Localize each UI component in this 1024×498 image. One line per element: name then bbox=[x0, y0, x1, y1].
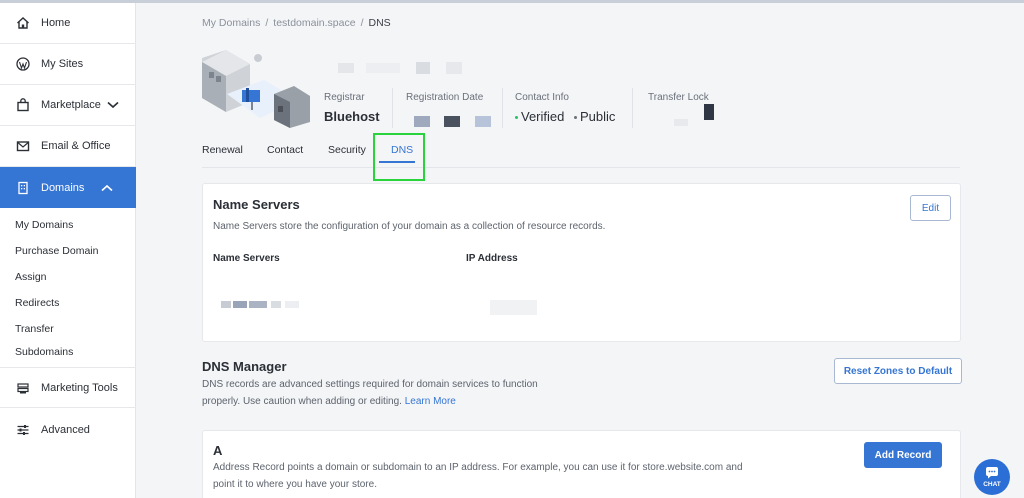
name-servers-description: Name Servers store the configuration of … bbox=[213, 221, 606, 232]
dns-manager-description: DNS records are advanced settings requir… bbox=[202, 379, 538, 407]
chat-bubble-icon bbox=[985, 466, 999, 481]
name-servers-card: Name Servers Name Servers store the conf… bbox=[202, 183, 961, 342]
sidebar-item-label: Advanced bbox=[41, 423, 90, 436]
sidebar-item-home[interactable]: Home bbox=[0, 3, 136, 44]
sidebar-item-label: My Sites bbox=[41, 58, 84, 70]
public-dot-icon bbox=[574, 116, 577, 120]
building-icon bbox=[16, 181, 30, 195]
chevron-down-icon bbox=[107, 101, 119, 109]
sidebar-subitem-subdomains[interactable]: Subdomains bbox=[15, 346, 73, 358]
registrar-label: Registrar bbox=[324, 92, 365, 103]
breadcrumb-current: DNS bbox=[368, 17, 391, 29]
redacted-transfer-lock bbox=[674, 119, 688, 126]
sidebar-item-label: Marketing Tools bbox=[41, 381, 118, 394]
chevron-up-icon bbox=[101, 184, 113, 192]
transfer-lock-label: Transfer Lock bbox=[648, 92, 709, 103]
domain-illustration bbox=[202, 50, 310, 128]
breadcrumb-domain[interactable]: testdomain.space bbox=[273, 17, 355, 29]
divider bbox=[392, 88, 393, 128]
col-ip-address: IP Address bbox=[466, 253, 518, 264]
redacted-ip-address bbox=[490, 300, 537, 315]
contact-info-label: Contact Info bbox=[515, 92, 569, 103]
sidebar-subitem-assign[interactable]: Assign bbox=[15, 271, 47, 283]
redacted-domain-name bbox=[366, 63, 400, 73]
breadcrumb: My Domains / testdomain.space / DNS bbox=[202, 17, 391, 29]
reset-zones-button[interactable]: Reset Zones to Default bbox=[834, 358, 962, 384]
sliders-icon bbox=[16, 423, 30, 437]
learn-more-link[interactable]: Learn More bbox=[405, 396, 456, 407]
sidebar-item-domains[interactable]: Domains bbox=[0, 167, 136, 208]
contact-public: Public bbox=[580, 109, 616, 124]
contact-verified: Verified bbox=[521, 109, 565, 124]
tab-contact[interactable]: Contact bbox=[267, 144, 303, 156]
sidebar-item-label: Email & Office bbox=[41, 140, 111, 152]
redacted-date bbox=[444, 116, 460, 127]
col-name-servers: Name Servers bbox=[213, 253, 280, 264]
dns-manager-title: DNS Manager bbox=[202, 359, 287, 374]
redacted-name-server bbox=[249, 301, 267, 308]
add-record-button[interactable]: Add Record bbox=[864, 442, 942, 468]
registrar-value: Bluehost bbox=[324, 109, 380, 124]
sidebar-subitem-transfer[interactable]: Transfer bbox=[15, 323, 54, 335]
redacted-name-server bbox=[271, 301, 281, 308]
sidebar-item-email-office[interactable]: Email & Office bbox=[0, 126, 136, 167]
redacted-name-server bbox=[285, 301, 299, 308]
redacted-domain-name bbox=[416, 62, 430, 74]
sidebar-item-marketplace[interactable]: Marketplace bbox=[0, 85, 136, 126]
chat-label: CHAT bbox=[983, 480, 1001, 488]
wordpress-icon bbox=[16, 57, 30, 71]
sidebar-item-advanced[interactable]: Advanced bbox=[0, 409, 136, 450]
redacted-date bbox=[475, 116, 491, 127]
email-icon bbox=[16, 139, 30, 153]
sidebar: Home My Sites Marketplace Email & Office… bbox=[0, 3, 136, 498]
redacted-name-server bbox=[221, 301, 231, 308]
name-servers-title: Name Servers bbox=[213, 197, 300, 212]
redacted-transfer-lock bbox=[704, 104, 714, 120]
domain-tabs: Renewal Contact Security DNS bbox=[202, 142, 960, 168]
sidebar-item-my-sites[interactable]: My Sites bbox=[0, 44, 136, 85]
tab-highlight-box bbox=[373, 133, 425, 181]
sidebar-subitem-purchase-domain[interactable]: Purchase Domain bbox=[15, 245, 98, 257]
divider bbox=[632, 88, 633, 128]
sidebar-item-marketing-tools[interactable]: Marketing Tools bbox=[0, 367, 136, 408]
redacted-name-server bbox=[233, 301, 247, 308]
redacted-domain-name bbox=[338, 63, 354, 73]
sidebar-item-label: Marketplace bbox=[41, 99, 101, 111]
verified-dot-icon bbox=[515, 116, 518, 120]
tab-security[interactable]: Security bbox=[328, 144, 366, 156]
sidebar-subitem-my-domains[interactable]: My Domains bbox=[15, 219, 73, 231]
breadcrumb-my-domains[interactable]: My Domains bbox=[202, 17, 260, 29]
marketing-icon bbox=[16, 381, 30, 395]
sidebar-item-label: Domains bbox=[41, 181, 85, 194]
edit-name-servers-button[interactable]: Edit bbox=[910, 195, 951, 221]
home-icon bbox=[16, 16, 30, 30]
shopping-bag-icon bbox=[16, 98, 30, 112]
tab-renewal[interactable]: Renewal bbox=[202, 144, 243, 156]
a-record-description: Address Record points a domain or subdom… bbox=[213, 462, 743, 490]
divider bbox=[502, 88, 503, 128]
top-bar bbox=[0, 0, 1024, 3]
redacted-domain-name bbox=[446, 62, 462, 74]
a-record-card: A Address Record points a domain or subd… bbox=[202, 430, 961, 498]
sidebar-subitem-redirects[interactable]: Redirects bbox=[15, 297, 59, 309]
a-record-title: A bbox=[213, 443, 223, 458]
redacted-date bbox=[414, 116, 430, 127]
chat-button[interactable]: CHAT bbox=[974, 459, 1010, 495]
contact-info-value: Verified Public bbox=[515, 109, 615, 124]
registration-date-label: Registration Date bbox=[406, 92, 484, 103]
sidebar-item-label: Home bbox=[41, 17, 71, 29]
